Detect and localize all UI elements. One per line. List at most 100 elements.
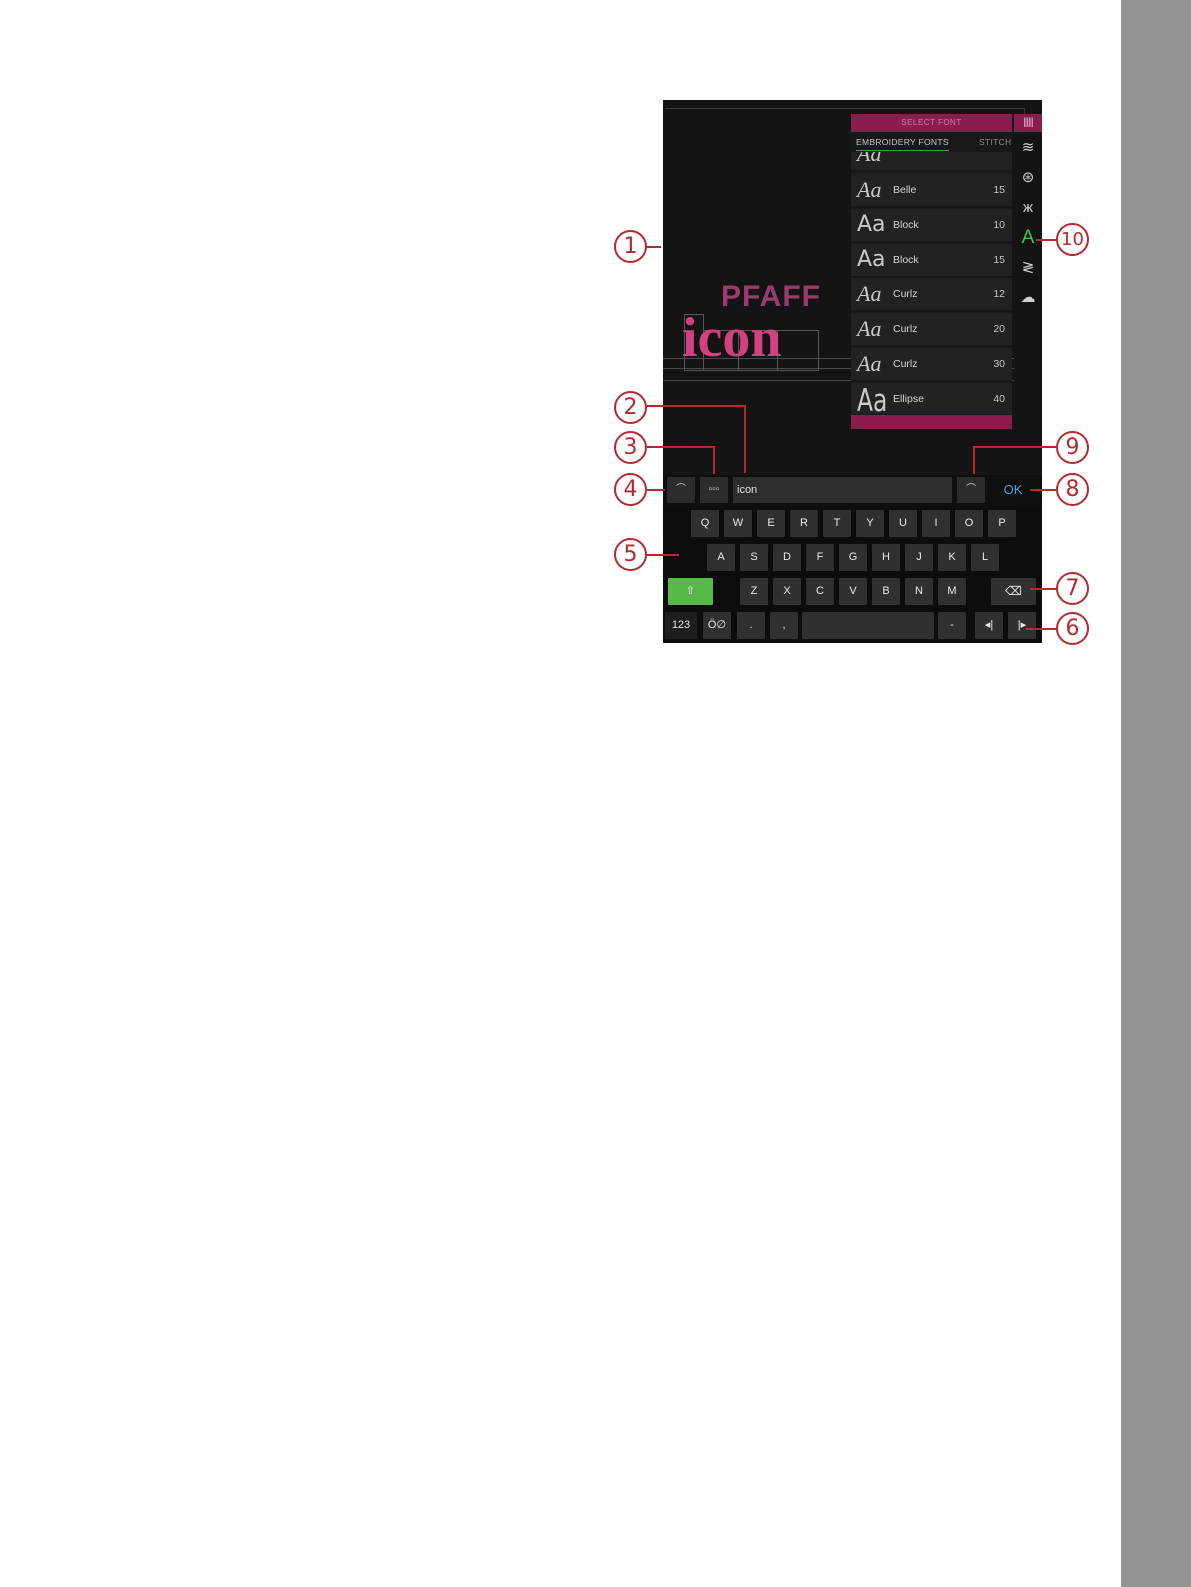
callout-leader: [973, 446, 975, 474]
key[interactable]: B: [872, 578, 900, 605]
key[interactable]: X: [773, 578, 801, 605]
text-shape-icon[interactable]: ⌒: [667, 477, 695, 503]
panel-title: SELECT FONT: [851, 114, 1012, 132]
font-sample: Aa: [857, 247, 886, 272]
callout-3: 3: [614, 431, 647, 464]
text-input-bar: ⌒ ▫▫▫ icon ⌒ OK: [663, 475, 1042, 507]
key[interactable]: G: [839, 544, 867, 571]
shift-key-icon[interactable]: ⇧: [668, 578, 713, 605]
on-screen-keyboard: Q W E R T Y U I O P A S D F G H J K L ⇧ …: [663, 507, 1042, 643]
callout-leader: [1026, 628, 1056, 630]
font-sample: Aa: [857, 152, 882, 166]
letter-frame: [777, 330, 819, 371]
tab-stitch-fonts[interactable]: STITCH: [979, 137, 1012, 147]
callout-leader: [647, 554, 679, 556]
callout-5: 5: [614, 538, 647, 571]
font-name: Curlz: [893, 358, 918, 370]
font-size: 15: [993, 184, 1005, 196]
butterfly-icon[interactable]: ж: [1018, 197, 1038, 219]
embroidery-hoop-icon[interactable]: ⊛: [1018, 167, 1038, 189]
key[interactable]: D: [773, 544, 801, 571]
key[interactable]: K: [938, 544, 966, 571]
cursor-right-icon[interactable]: |▸: [1008, 612, 1036, 639]
cursor-left-icon[interactable]: ◂|: [975, 612, 1003, 639]
font-list[interactable]: Aa Aa Belle 15 Aa Block 10 Aa Block 15 A…: [851, 152, 1012, 414]
numbers-key[interactable]: 123: [665, 612, 697, 639]
font-sample: Aa: [857, 177, 882, 202]
ok-button[interactable]: OK: [993, 477, 1033, 503]
font-row[interactable]: Aa Curlz 20: [851, 313, 1012, 347]
key[interactable]: I: [922, 510, 950, 537]
key[interactable]: R: [790, 510, 818, 537]
panel-tabs: EMBROIDERY FONTS STITCH: [851, 132, 1012, 152]
key[interactable]: A: [707, 544, 735, 571]
key[interactable]: Z: [740, 578, 768, 605]
edit-text-icon[interactable]: ⌒: [957, 477, 985, 503]
drag-handle-icon[interactable]: ||||||: [1014, 114, 1042, 132]
key[interactable]: C: [806, 578, 834, 605]
key[interactable]: Y: [856, 510, 884, 537]
key[interactable]: L: [971, 544, 999, 571]
key[interactable]: J: [905, 544, 933, 571]
key[interactable]: ,: [770, 612, 798, 639]
font-sample: Aa: [857, 316, 882, 341]
key[interactable]: S: [740, 544, 768, 571]
font-sample: Aa: [857, 383, 888, 414]
callout-leader: [647, 446, 715, 448]
font-sample: Aa: [857, 351, 882, 376]
font-size: 15: [993, 254, 1005, 266]
select-font-panel: SELECT FONT EMBROIDERY FONTS STITCH Aa A…: [851, 114, 1012, 429]
font-row-partial[interactable]: Aa: [851, 152, 1012, 172]
font-row[interactable]: Aa Block 10: [851, 209, 1012, 243]
tab-embroidery-fonts[interactable]: EMBROIDERY FONTS: [856, 137, 949, 151]
cloud-icon[interactable]: ☁: [1018, 287, 1038, 309]
key[interactable]: -: [938, 612, 966, 639]
callout-leader: [744, 405, 746, 473]
key[interactable]: T: [823, 510, 851, 537]
callout-leader: [713, 446, 715, 474]
callout-leader: [1036, 239, 1056, 241]
key[interactable]: P: [988, 510, 1016, 537]
font-row[interactable]: Aa Curlz 12: [851, 278, 1012, 312]
callout-6: 6: [1056, 612, 1089, 645]
layers-icon[interactable]: ≋: [1018, 137, 1038, 159]
special-chars-key-icon[interactable]: Ö∅: [703, 612, 731, 639]
font-row[interactable]: Aa Ellipse 40: [851, 383, 1012, 414]
key[interactable]: V: [839, 578, 867, 605]
callout-1: 1: [614, 230, 647, 263]
key[interactable]: M: [938, 578, 966, 605]
hoop-outline-top: [665, 108, 1025, 109]
design-text-icon[interactable]: icon: [682, 310, 782, 366]
space-key[interactable]: [802, 612, 934, 639]
key[interactable]: Q: [691, 510, 719, 537]
device-screen: PFAFF icon SELECT FONT EMBROIDERY FONTS …: [663, 100, 1042, 643]
panel-scroll-footer[interactable]: [851, 415, 1012, 429]
font-text-icon[interactable]: A: [1018, 227, 1038, 249]
letter-spacing-icon[interactable]: ▫▫▫: [700, 477, 728, 503]
font-row[interactable]: Aa Curlz 30: [851, 348, 1012, 382]
font-sample: Aa: [857, 212, 886, 237]
key[interactable]: E: [757, 510, 785, 537]
key[interactable]: U: [889, 510, 917, 537]
callout-10: 10: [1056, 223, 1089, 256]
key[interactable]: O: [955, 510, 983, 537]
embroidery-canvas[interactable]: PFAFF icon SELECT FONT EMBROIDERY FONTS …: [663, 100, 1042, 475]
font-row[interactable]: Aa Block 15: [851, 244, 1012, 278]
font-name: Belle: [893, 184, 917, 196]
font-row[interactable]: Aa Belle 15: [851, 174, 1012, 208]
key[interactable]: W: [724, 510, 752, 537]
key[interactable]: N: [905, 578, 933, 605]
font-size: 40: [993, 393, 1005, 405]
text-input-field[interactable]: icon: [733, 477, 952, 503]
key[interactable]: F: [806, 544, 834, 571]
callout-7: 7: [1056, 572, 1089, 605]
key[interactable]: .: [737, 612, 765, 639]
backspace-key-icon[interactable]: ⌫: [991, 578, 1036, 605]
stitch-icon[interactable]: ≷: [1018, 257, 1038, 279]
font-name: Curlz: [893, 288, 918, 300]
font-size: 20: [993, 323, 1005, 335]
font-size: 30: [993, 358, 1005, 370]
callout-leader: [647, 489, 665, 491]
key[interactable]: H: [872, 544, 900, 571]
font-size: 10: [993, 219, 1005, 231]
